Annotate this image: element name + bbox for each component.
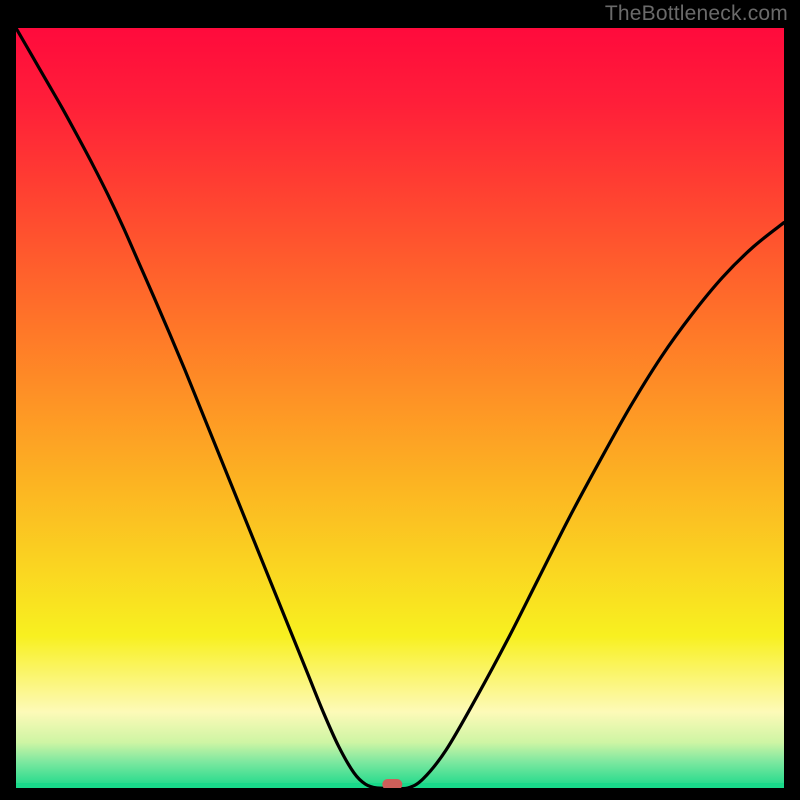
watermark-text: TheBottleneck.com [605, 2, 788, 26]
optimal-point-marker [382, 779, 402, 788]
background-gradient [16, 28, 784, 788]
chart-frame: TheBottleneck.com [0, 0, 800, 800]
bottleneck-chart [16, 28, 784, 788]
plot-area [16, 28, 784, 788]
